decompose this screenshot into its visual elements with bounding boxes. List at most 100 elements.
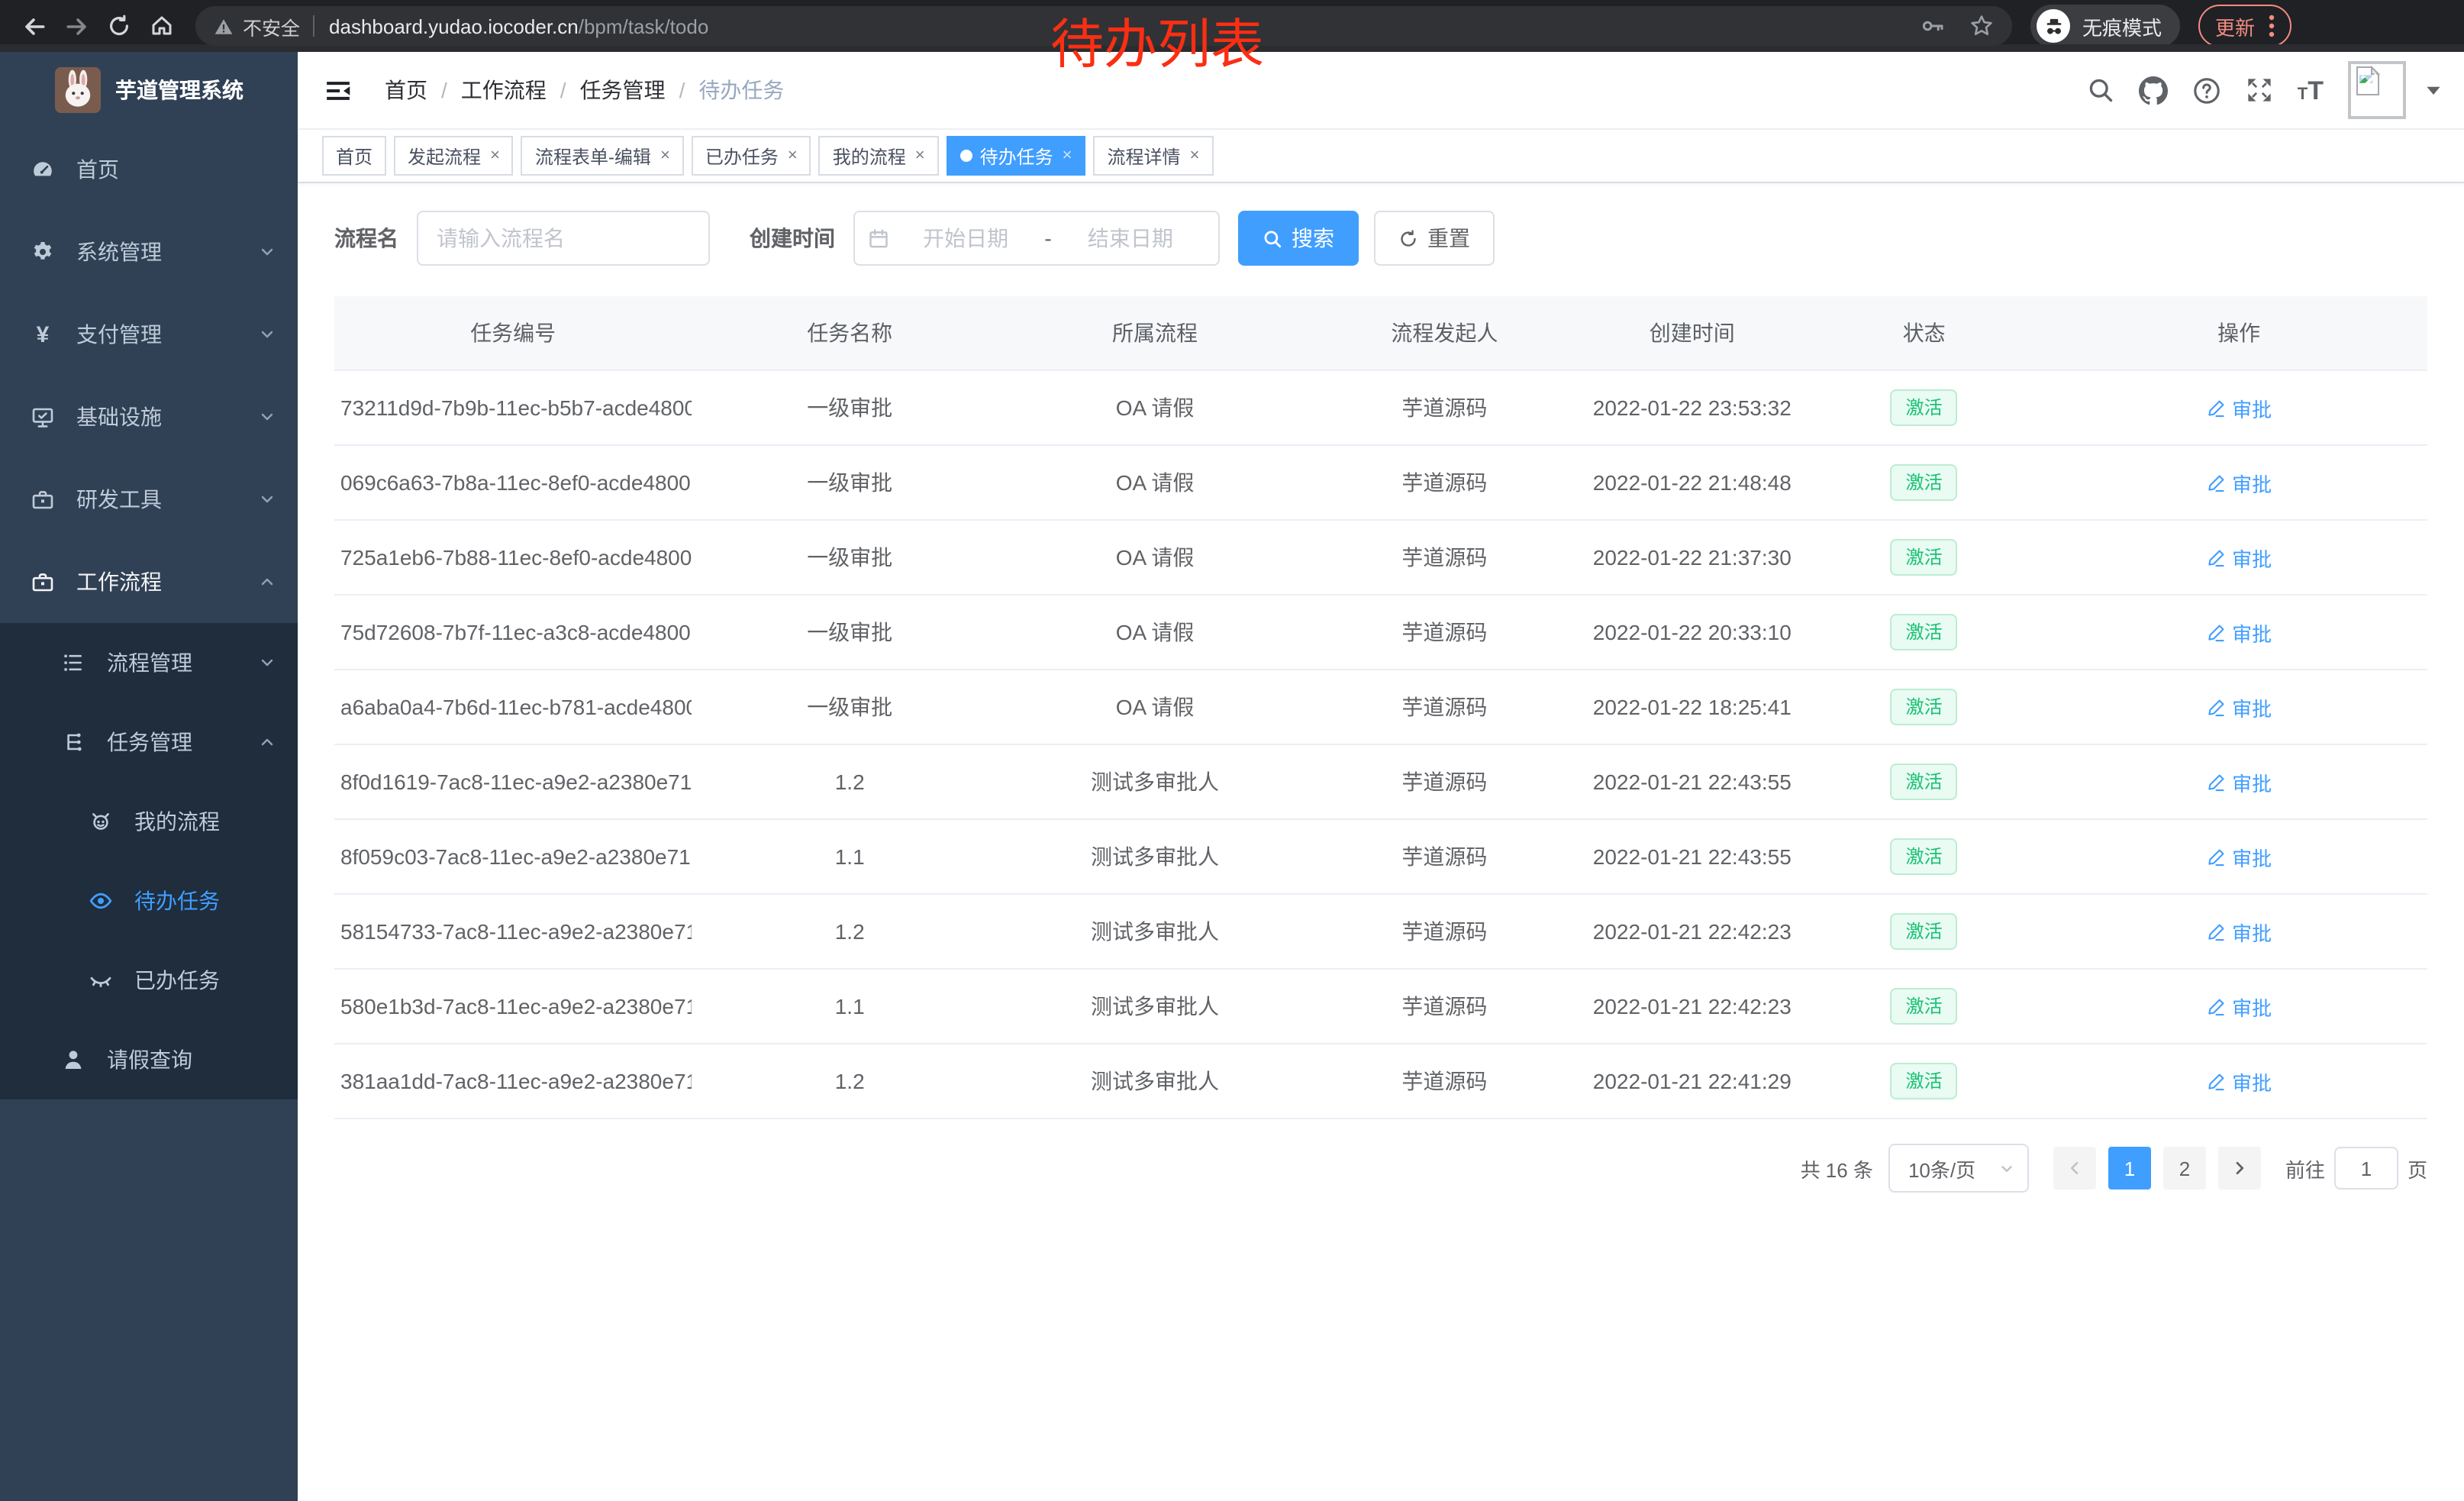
sidebar-item-label: 首页: [76, 154, 276, 185]
task-name-cell: 1.2: [692, 744, 1008, 819]
fullscreen-button[interactable]: [2246, 76, 2273, 104]
browser-forward-button[interactable]: [58, 8, 95, 44]
approve-link[interactable]: 审批: [2206, 1067, 2272, 1096]
breadcrumb-separator: /: [441, 78, 447, 102]
starter-cell: 芋道源码: [1302, 670, 1586, 744]
caret-down-icon[interactable]: [2424, 81, 2443, 99]
page-number-button[interactable]: 2: [2163, 1147, 2206, 1190]
sidebar-item-todo-task[interactable]: 待办任务: [0, 861, 298, 941]
address-bar[interactable]: 不安全 dashboard.yudao.iocoder.cn/bpm/task/…: [195, 6, 2012, 46]
tab[interactable]: 我的流程×: [819, 136, 939, 176]
breadcrumb-item[interactable]: 首页: [385, 75, 427, 105]
font-size-icon[interactable]: TT: [2298, 77, 2324, 103]
sidebar-item-leave-query[interactable]: 请假查询: [0, 1020, 298, 1099]
page-size-select[interactable]: 10条/页: [1888, 1144, 2029, 1193]
sidebar-item-home[interactable]: 首页: [0, 128, 298, 211]
sidebar-item-done-task[interactable]: 已办任务: [0, 941, 298, 1020]
browser-update-button[interactable]: 更新: [2198, 5, 2291, 47]
approve-link[interactable]: 审批: [2206, 917, 2272, 946]
browser-back-button[interactable]: [15, 8, 52, 44]
chevron-left-icon: [2066, 1159, 2084, 1177]
status-badge: 激活: [1891, 614, 1958, 650]
status-cell: 激活: [1798, 1044, 2050, 1118]
approve-link[interactable]: 审批: [2206, 393, 2272, 422]
tab-close-icon[interactable]: ×: [660, 147, 670, 165]
date-range-input[interactable]: 开始日期 - 结束日期: [853, 211, 1220, 266]
approve-link[interactable]: 审批: [2206, 842, 2272, 871]
action-cell: 审批: [2050, 744, 2427, 819]
back-icon: [21, 13, 47, 39]
breadcrumb-separator: /: [679, 78, 685, 102]
sidebar-item-my-process[interactable]: 我的流程: [0, 782, 298, 861]
tab[interactable]: 发起流程×: [394, 136, 514, 176]
refresh-icon: [1398, 228, 1418, 248]
table-row: 580e1b3d-7ac8-11ec-a9e2-a2380e71991a 1.1…: [334, 969, 2427, 1044]
process-cell: OA 请假: [1008, 445, 1302, 520]
next-page-button[interactable]: [2218, 1147, 2261, 1190]
kebab-menu-icon[interactable]: [2269, 14, 2275, 38]
hamburger-icon: [325, 77, 351, 103]
home-icon: [150, 14, 174, 38]
browser-reload-button[interactable]: [101, 8, 137, 44]
approve-link[interactable]: 审批: [2206, 543, 2272, 572]
sidebar-item-payment[interactable]: ¥ 支付管理: [0, 293, 298, 376]
tab[interactable]: 已办任务×: [692, 136, 811, 176]
approve-link[interactable]: 审批: [2206, 692, 2272, 721]
tab[interactable]: 流程表单-编辑×: [521, 136, 684, 176]
browser-chrome: 不安全 dashboard.yudao.iocoder.cn/bpm/task/…: [0, 0, 2464, 52]
tab-close-icon[interactable]: ×: [915, 147, 925, 165]
user-avatar[interactable]: [2348, 61, 2406, 119]
app-logo[interactable]: 芋道管理系统: [0, 52, 298, 128]
sidebar-item-system[interactable]: 系统管理: [0, 211, 298, 293]
created-time-cell: 2022-01-21 22:42:23: [1587, 969, 1798, 1044]
breadcrumb-item[interactable]: 任务管理: [580, 75, 666, 105]
action-cell: 审批: [2050, 520, 2427, 595]
approve-link[interactable]: 审批: [2206, 618, 2272, 647]
create-time-label: 创建时间: [750, 223, 835, 253]
help-button[interactable]: [2192, 76, 2221, 105]
breadcrumb-item[interactable]: 工作流程: [461, 75, 547, 105]
star-icon[interactable]: [1969, 14, 1994, 38]
start-date-placeholder: 开始日期: [890, 223, 1041, 253]
header-search-button[interactable]: [2087, 76, 2114, 104]
search-button[interactable]: 搜索: [1238, 211, 1359, 266]
address-divider: [312, 15, 314, 37]
process-name-input[interactable]: [417, 211, 710, 266]
approve-link[interactable]: 审批: [2206, 767, 2272, 796]
key-icon[interactable]: [1921, 14, 1945, 38]
tab-close-icon[interactable]: ×: [788, 147, 798, 165]
fullscreen-icon: [2246, 76, 2273, 104]
sidebar-item-label: 请假查询: [107, 1044, 276, 1075]
tab[interactable]: 待办任务×: [947, 136, 1086, 176]
tab-close-icon[interactable]: ×: [1063, 147, 1072, 165]
approve-link[interactable]: 审批: [2206, 992, 2272, 1021]
starter-cell: 芋道源码: [1302, 1044, 1586, 1118]
prev-page-button[interactable]: [2053, 1147, 2096, 1190]
browser-home-button[interactable]: [144, 8, 180, 44]
sidebar-item-infra[interactable]: 基础设施: [0, 376, 298, 458]
status-cell: 激活: [1798, 819, 2050, 894]
tab-close-icon[interactable]: ×: [490, 147, 500, 165]
sidebar-item-task-mgmt[interactable]: 任务管理: [0, 702, 298, 782]
tab-close-icon[interactable]: ×: [1190, 147, 1200, 165]
reset-button[interactable]: 重置: [1374, 211, 1495, 266]
github-link[interactable]: [2139, 76, 2168, 105]
sidebar-item-devtools[interactable]: 研发工具: [0, 458, 298, 541]
tab[interactable]: 流程详情×: [1094, 136, 1214, 176]
sidebar-item-process-mgmt[interactable]: 流程管理: [0, 623, 298, 702]
goto-page-input[interactable]: [2334, 1147, 2398, 1190]
table-header-row: 任务编号任务名称所属流程流程发起人创建时间状态操作: [334, 296, 2427, 370]
status-cell: 激活: [1798, 520, 2050, 595]
process-name-label: 流程名: [334, 223, 398, 253]
sidebar-collapse-button[interactable]: [325, 77, 351, 103]
page-number-button[interactable]: 1: [2108, 1147, 2151, 1190]
update-label: 更新: [2215, 11, 2255, 40]
approve-link[interactable]: 审批: [2206, 468, 2272, 497]
toolbox-icon: [31, 570, 55, 594]
search-icon: [2087, 76, 2114, 104]
sidebar-item-workflow[interactable]: 工作流程: [0, 541, 298, 623]
tab[interactable]: 首页: [322, 136, 386, 176]
starter-cell: 芋道源码: [1302, 520, 1586, 595]
robot-icon: [89, 809, 113, 834]
task-id-cell: 8f059c03-7ac8-11ec-a9e2-a2380e71991a: [334, 819, 692, 894]
